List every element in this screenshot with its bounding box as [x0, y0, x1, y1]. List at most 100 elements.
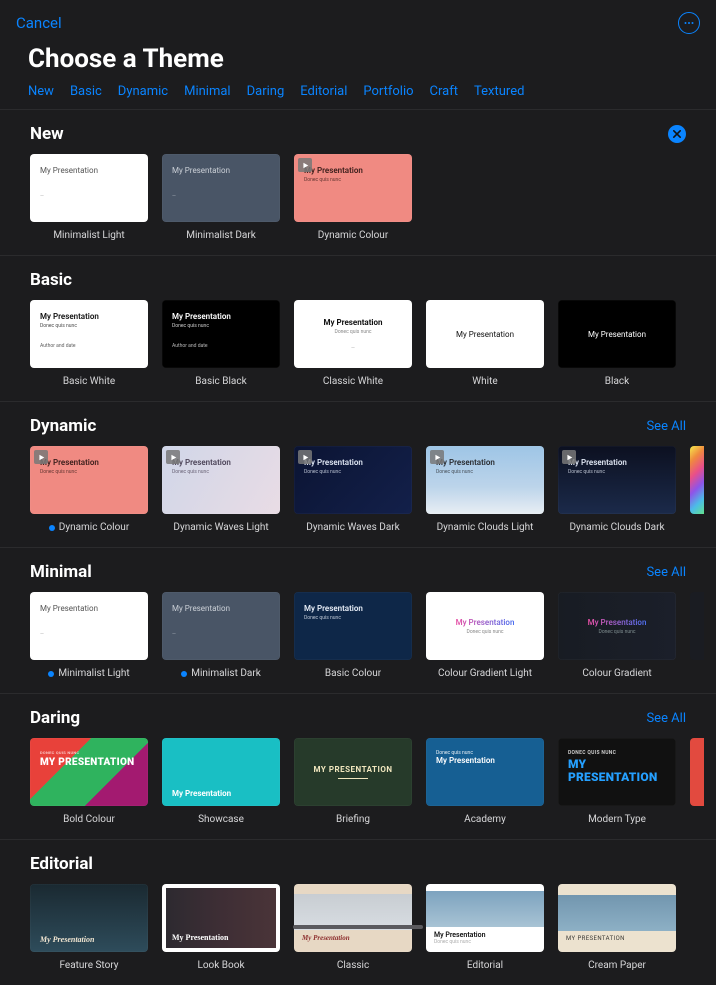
thumb-title: MY PRESENTATION — [314, 765, 393, 774]
play-icon — [298, 158, 312, 172]
theme-label: Look Book — [197, 960, 244, 971]
theme-briefing[interactable]: MY PRESENTATION Briefing — [294, 738, 412, 825]
thumb-title: My Presentation — [172, 789, 270, 798]
theme-dynamic-colour[interactable]: My PresentationDonec quis nunc Dynamic C… — [30, 446, 148, 533]
thumb-subtitle: — — [172, 193, 270, 199]
theme-label: Black — [605, 376, 629, 387]
section-new-close-button[interactable] — [668, 125, 686, 143]
thumb-title: My Presentation — [588, 618, 647, 627]
theme-dynamic-colour-new[interactable]: My Presentation Donec quis nunc Dynamic … — [294, 154, 412, 241]
theme-colour-gradient[interactable]: My Presentation Donec quis nunc Colour Gr… — [558, 592, 676, 679]
thumb-subtitle: Donec quis nunc — [40, 469, 138, 475]
thumb-subtitle: Donec quis nunc — [436, 469, 534, 475]
thumb-title: My Presentation — [588, 330, 646, 339]
theme-colour-gradient-light[interactable]: My PresentationDonec quis nunc Colour Gr… — [426, 592, 544, 679]
cancel-button[interactable]: Cancel — [16, 14, 62, 32]
tab-minimal[interactable]: Minimal — [184, 84, 230, 99]
theme-label: Basic White — [63, 376, 115, 387]
theme-editorial[interactable]: My PresentationDonec quis nunc Editorial — [426, 884, 544, 971]
tab-editorial[interactable]: Editorial — [300, 84, 347, 99]
theme-label: Modern Type — [588, 814, 646, 825]
page-title: Choose a Theme — [0, 38, 716, 80]
theme-minimalist-dark[interactable]: My Presentation — Minimalist Dark — [162, 154, 280, 241]
thumb-subtitle: Donec quis nunc — [172, 323, 270, 329]
thumb-title: My Presentation — [304, 166, 402, 175]
tab-portfolio[interactable]: Portfolio — [363, 84, 413, 99]
theme-label: Minimalist Light — [53, 230, 124, 241]
section-new: New My Presentation — Minimalist Light M… — [0, 110, 716, 256]
theme-look-book[interactable]: My Presentation Look Book — [162, 884, 280, 971]
category-tabs: New Basic Dynamic Minimal Daring Editori… — [0, 80, 716, 110]
section-title-daring: Daring — [30, 708, 80, 728]
theme-label: Showcase — [198, 814, 244, 825]
tab-craft[interactable]: Craft — [430, 84, 458, 99]
thumb-subtitle: Donec quis nunc — [304, 469, 402, 475]
theme-minimalist-dark-2[interactable]: My Presentation— Minimalist Dark — [162, 592, 280, 679]
thumb-subtitle: Donec quis nunc — [599, 629, 636, 635]
thumb-title: My Presentation — [172, 312, 270, 321]
theme-dynamic-waves-dark[interactable]: My PresentationDonec quis nunc Dynamic W… — [294, 446, 412, 533]
theme-label: Minimalist Dark — [186, 230, 256, 241]
theme-label: Dynamic Clouds Dark — [569, 522, 664, 533]
thumb-overline: Donec quis nunc — [568, 750, 666, 756]
thumb-subtitle: Donec quis nunc — [304, 177, 402, 183]
theme-black[interactable]: My Presentation Black — [558, 300, 676, 387]
theme-basic-black[interactable]: My PresentationDonec quis nuncAuthor and… — [162, 300, 280, 387]
theme-white[interactable]: My Presentation White — [426, 300, 544, 387]
section-minimal: Minimal See All My Presentation— Minimal… — [0, 548, 716, 694]
see-all-minimal[interactable]: See All — [646, 565, 686, 580]
theme-modern-type[interactable]: Donec quis nuncMY PRESENTATION Modern Ty… — [558, 738, 676, 825]
section-title-editorial: Editorial — [30, 854, 93, 874]
tab-basic[interactable]: Basic — [70, 84, 102, 99]
theme-bold-colour[interactable]: Donec quis nuncMY PRESENTATION Bold Colo… — [30, 738, 148, 825]
theme-label: Dynamic Clouds Light — [437, 522, 534, 533]
theme-label: Minimalist Light — [58, 668, 129, 679]
theme-label: Basic Colour — [325, 668, 381, 679]
tab-new[interactable]: New — [28, 84, 54, 99]
theme-showcase[interactable]: My Presentation Showcase — [162, 738, 280, 825]
home-indicator — [293, 925, 423, 929]
theme-peek-dynamic[interactable] — [690, 446, 704, 514]
theme-dynamic-waves-light[interactable]: My PresentationDonec quis nunc Dynamic W… — [162, 446, 280, 533]
play-icon — [298, 450, 312, 464]
play-icon — [166, 450, 180, 464]
tab-textured[interactable]: Textured — [474, 84, 524, 99]
theme-minimalist-light[interactable]: My Presentation — Minimalist Light — [30, 154, 148, 241]
see-all-daring[interactable]: See All — [646, 711, 686, 726]
theme-label: Feature Story — [59, 960, 118, 971]
theme-academy[interactable]: Donec quis nuncMy Presentation Academy — [426, 738, 544, 825]
section-title-minimal: Minimal — [30, 562, 92, 582]
section-daring: Daring See All Donec quis nuncMY PRESENT… — [0, 694, 716, 840]
theme-label: Colour Gradient Light — [438, 668, 532, 679]
theme-basic-colour[interactable]: My PresentationDonec quis nunc Basic Col… — [294, 592, 412, 679]
thumb-title: My Presentation — [40, 604, 138, 613]
thumb-title: MY PRESENTATION — [40, 757, 138, 768]
theme-basic-white[interactable]: My PresentationDonec quis nuncAuthor and… — [30, 300, 148, 387]
theme-peek-minimal[interactable] — [690, 592, 704, 660]
theme-minimalist-light-2[interactable]: My Presentation— Minimalist Light — [30, 592, 148, 679]
tab-daring[interactable]: Daring — [247, 84, 285, 99]
theme-peek-daring[interactable] — [690, 738, 704, 806]
more-options-button[interactable] — [678, 12, 700, 34]
theme-label: Cream Paper — [588, 960, 646, 971]
theme-label: Dynamic Colour — [318, 230, 388, 241]
play-icon — [34, 450, 48, 464]
theme-dynamic-clouds-dark[interactable]: My PresentationDonec quis nunc Dynamic C… — [558, 446, 676, 533]
theme-cream-paper[interactable]: MY PRESENTATION Cream Paper — [558, 884, 676, 971]
thumb-title: My Presentation — [40, 166, 138, 175]
thumb-overline: Donec quis nunc — [40, 750, 138, 755]
tab-dynamic[interactable]: Dynamic — [118, 84, 168, 99]
see-all-dynamic[interactable]: See All — [646, 419, 686, 434]
thumb-title: MY PRESENTATION — [566, 935, 668, 942]
close-icon — [673, 130, 681, 138]
thumb-subtitle: — — [40, 193, 138, 199]
section-title-new: New — [30, 124, 64, 144]
theme-label: Colour Gradient — [582, 668, 651, 679]
theme-dynamic-clouds-light[interactable]: My PresentationDonec quis nunc Dynamic C… — [426, 446, 544, 533]
new-indicator-dot — [181, 671, 187, 677]
thumb-title: My Presentation — [172, 933, 229, 942]
theme-classic-white[interactable]: My PresentationDonec quis nunc— Classic … — [294, 300, 412, 387]
theme-feature-story[interactable]: My Presentation Feature Story — [30, 884, 148, 971]
thumb-title: My Presentation — [172, 166, 270, 175]
play-icon — [562, 450, 576, 464]
